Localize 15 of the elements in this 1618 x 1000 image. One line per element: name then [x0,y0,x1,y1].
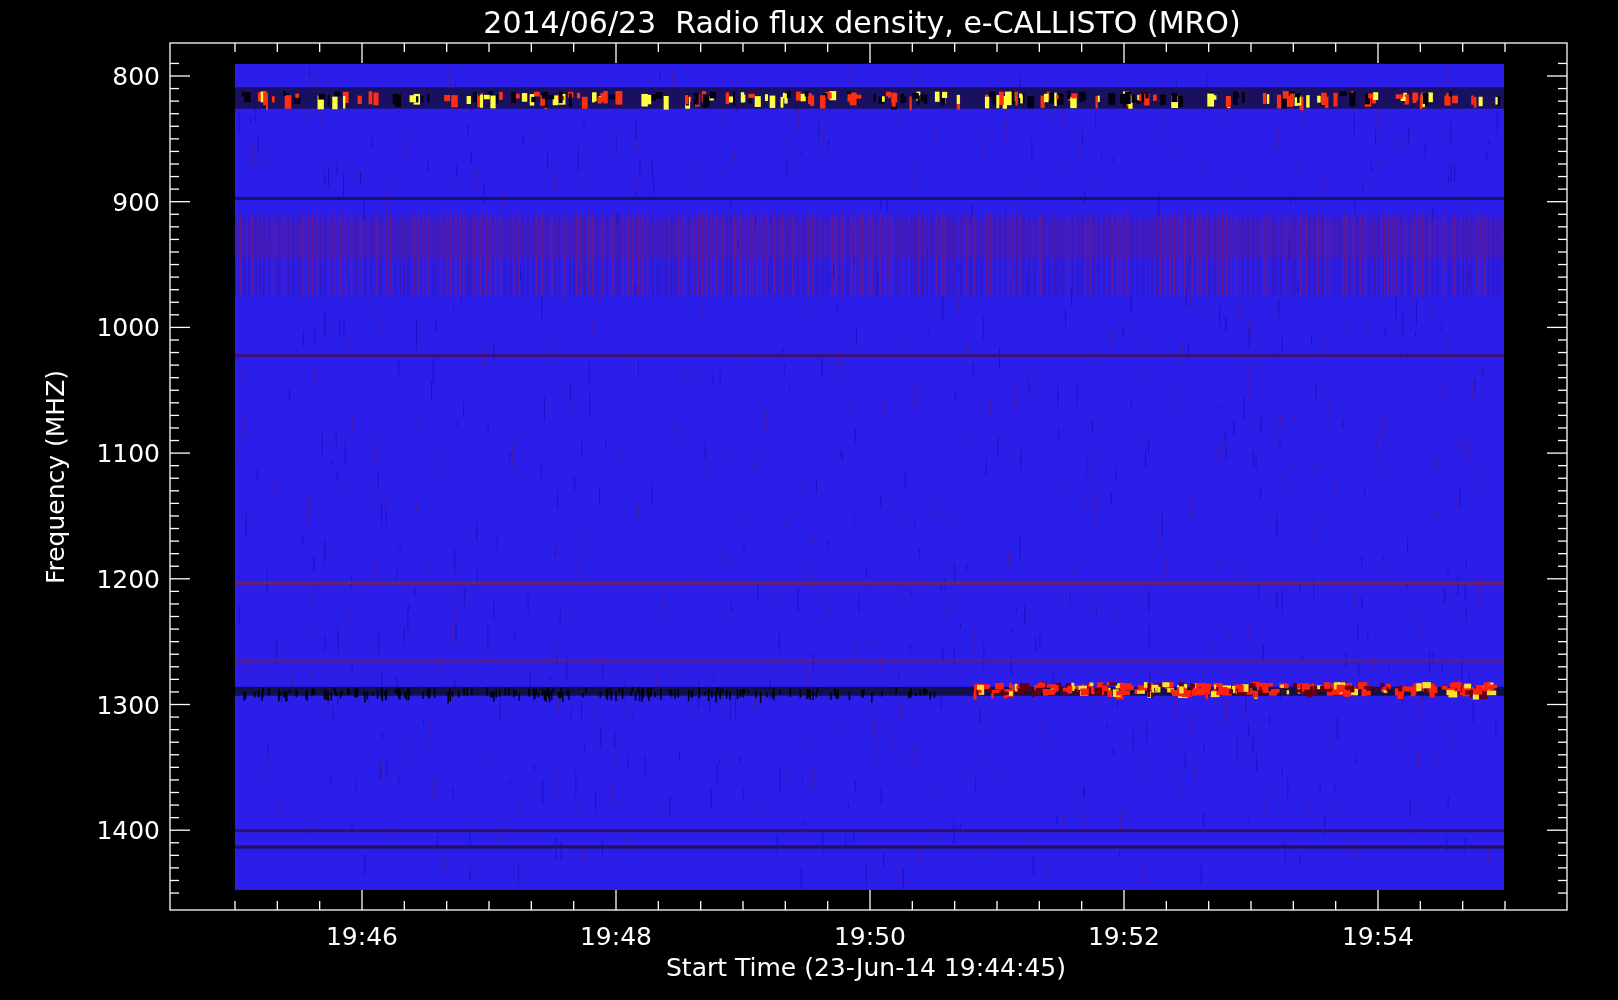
axis-tick-label: 19:48 [580,922,652,951]
chart-title: 2014/06/23 Radio flux density, e-CALLISTO (MRO) [483,5,1241,40]
axis-tick-label: 19:50 [834,922,906,951]
axis-tick-label: 1000 [96,313,160,343]
axis-label: Start Time (23-Jun-14 19:44:45) [666,953,1066,982]
axis-tick-label: 900 [112,187,160,217]
axis-tick-label: 19:52 [1088,922,1160,951]
axis-tick-label: 800 [112,62,160,91]
axis-tick-label: 1300 [96,690,160,720]
axis-label: Frequency (MHZ) [41,369,70,585]
axis-tick-label: 19:46 [326,922,398,951]
axis-tick-label: 1100 [96,439,160,469]
axis-tick-label: 1400 [96,816,160,846]
axis-tick-label: 19:54 [1342,922,1414,951]
axis-tick-label: 1200 [96,564,160,594]
